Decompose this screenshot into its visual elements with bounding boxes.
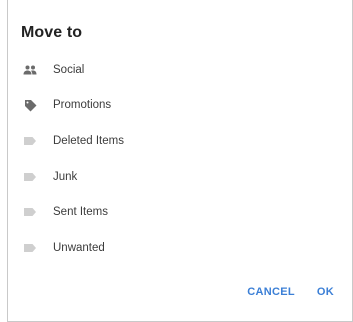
dialog-actions: CANCEL OK: [241, 280, 352, 304]
dialog-title: Move to: [21, 24, 83, 41]
label-icon: [23, 135, 37, 147]
label-icon: [23, 171, 37, 183]
folder-item-deleted-items[interactable]: Deleted Items: [8, 123, 352, 159]
folder-label: Sent Items: [53, 206, 108, 219]
folder-item-social[interactable]: Social: [8, 52, 352, 88]
folder-label: Unwanted: [53, 241, 105, 254]
folder-item-sent-items[interactable]: Sent Items: [8, 194, 352, 230]
cancel-button[interactable]: CANCEL: [241, 282, 301, 302]
folder-label: Junk: [53, 170, 78, 183]
folder-label: Social: [53, 63, 85, 76]
folder-item-junk[interactable]: Junk: [8, 159, 352, 195]
label-icon: [23, 206, 37, 218]
folder-label: Deleted Items: [53, 134, 124, 147]
label-icon: [23, 242, 37, 254]
folder-item-promotions[interactable]: Promotions: [8, 88, 352, 124]
folder-item-unwanted[interactable]: Unwanted: [8, 230, 352, 266]
folder-list: Social Promotions Deleted Items Junk Sen…: [8, 52, 352, 266]
tag-icon: [23, 99, 37, 112]
move-to-dialog: Move to Social Promotions Deleted Items …: [7, 0, 353, 322]
people-icon: [23, 64, 37, 76]
folder-label: Promotions: [53, 99, 112, 112]
ok-button[interactable]: OK: [311, 282, 340, 302]
